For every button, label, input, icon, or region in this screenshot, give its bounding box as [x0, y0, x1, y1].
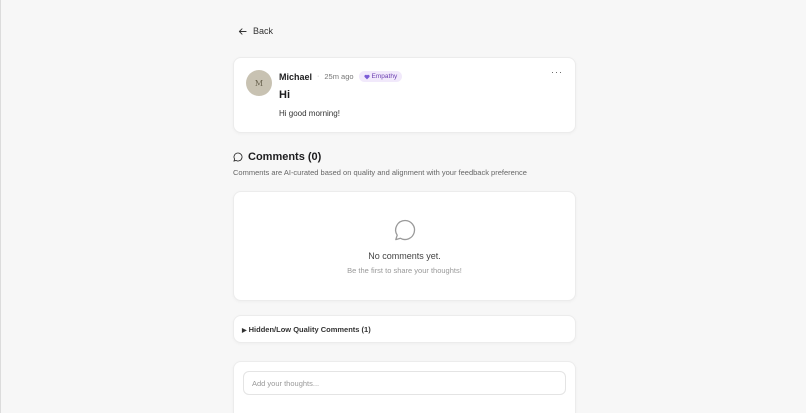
empty-subtitle: Be the first to share your thoughts! [347, 266, 462, 275]
back-label: Back [253, 26, 274, 36]
back-button[interactable]: Back [238, 26, 273, 36]
post-body: Hi good morning! [279, 109, 340, 118]
hidden-comments-card: ▶ Hidden/Low Quality Comments (1) [233, 315, 576, 343]
comments-subtitle: Comments are AI-curated based on quality… [233, 168, 527, 177]
avatar[interactable]: M [246, 70, 272, 96]
more-options-icon[interactable]: ··· [551, 67, 563, 77]
compose-card [233, 361, 576, 413]
post-title: Hi [279, 89, 290, 101]
post-time: 25m ago [324, 72, 354, 81]
triangle-right-icon: ▶ [242, 328, 247, 334]
empty-comments-card: No comments yet. Be the first to share y… [233, 191, 576, 301]
comments-title: Comments (0) [248, 151, 322, 163]
meta-separator: · [317, 73, 320, 80]
empty-title: No comments yet. [368, 251, 441, 261]
post-card: M Michael · 25m ago Empathy ··· Hi Hi go… [233, 57, 576, 133]
heart-icon [363, 74, 370, 79]
comment-input[interactable] [243, 371, 566, 395]
hidden-comments-label: Hidden/Low Quality Comments (1) [248, 325, 371, 334]
empty-comment-icon [394, 219, 415, 241]
empathy-badge: Empathy [358, 71, 403, 82]
comment-bubble-icon [233, 152, 243, 162]
post-meta: Michael · 25m ago Empathy [279, 71, 403, 82]
avatar-initials: M [254, 78, 264, 88]
arrow-left-icon [238, 27, 247, 35]
hidden-comments-toggle[interactable]: ▶ Hidden/Low Quality Comments (1) [242, 325, 371, 334]
comments-header: Comments (0) [233, 151, 321, 163]
badge-label: Empathy [371, 73, 398, 80]
author-name[interactable]: Michael [279, 72, 312, 82]
left-divider [0, 0, 1, 413]
